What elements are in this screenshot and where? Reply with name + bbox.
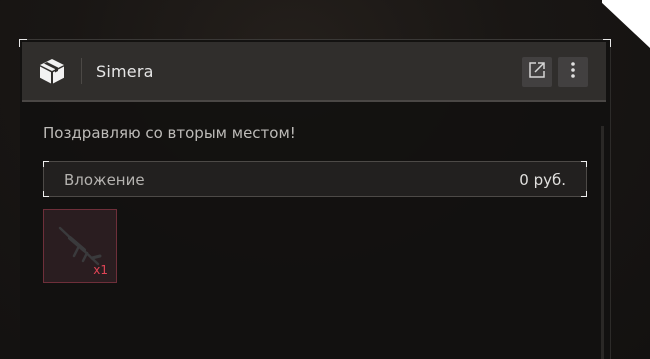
corner-bracket	[43, 161, 49, 167]
chat-message-panel: Simera Поздравляю со вторым местом! Влож…	[19, 39, 611, 359]
item-quantity: x1	[93, 263, 108, 277]
header-divider	[81, 58, 82, 84]
investment-label: Вложение	[64, 171, 145, 189]
investment-value: 0 руб.	[519, 171, 566, 189]
sender-name[interactable]: Simera	[96, 62, 154, 81]
message-text: Поздравляю со вторым местом!	[43, 124, 296, 142]
external-link-icon	[527, 60, 547, 84]
corner-bracket	[581, 161, 587, 167]
item-slot[interactable]: x1	[43, 209, 117, 283]
scrollbar[interactable]	[601, 126, 604, 359]
more-options-button[interactable]	[558, 57, 588, 87]
panel-edge	[610, 39, 611, 359]
box-icon	[38, 57, 66, 85]
corner-bracket	[43, 191, 49, 197]
screen: Simera Поздравляю со вторым местом! Влож…	[0, 0, 650, 359]
panel-header: Simera	[22, 42, 606, 102]
open-external-button[interactable]	[522, 57, 552, 87]
more-vertical-icon	[563, 60, 583, 84]
corner-bracket	[581, 191, 587, 197]
investment-row: Вложение 0 руб.	[43, 161, 587, 197]
message-content: Поздравляю со вторым местом! Вложение 0 …	[22, 104, 606, 358]
